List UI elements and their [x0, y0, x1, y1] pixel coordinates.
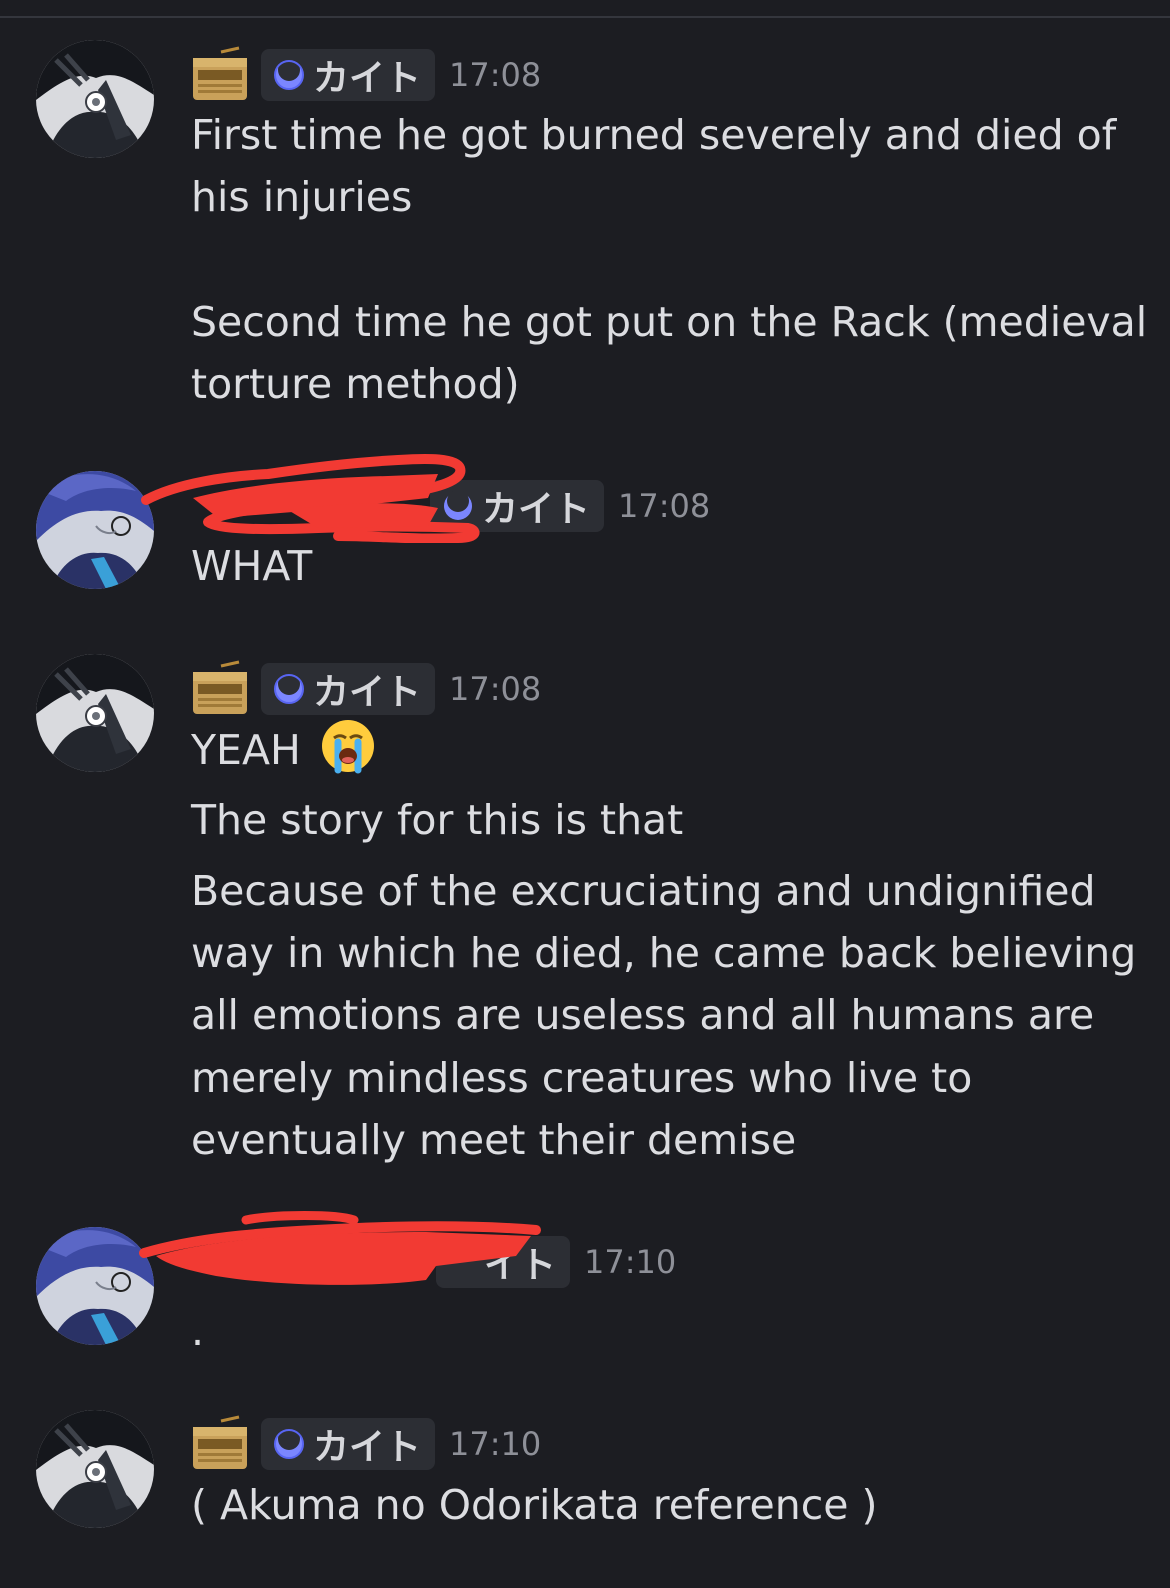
message-text: his injuries [191, 173, 413, 221]
message-text-yeah: YEAH [191, 726, 301, 774]
username: カイト [313, 672, 422, 713]
message-text: WHAT [191, 542, 313, 590]
radio-icon [191, 46, 249, 104]
moon-icon [274, 1428, 304, 1459]
radio-icon [191, 1415, 249, 1473]
timestamp: 17:08 [449, 56, 542, 94]
message-text: YEAH [191, 718, 376, 781]
message-text: eventually meet their demise [191, 1116, 797, 1164]
message-text: First time he got burned severely and di… [191, 111, 1117, 159]
avatar[interactable] [36, 1410, 154, 1528]
moon-icon [274, 673, 304, 704]
redaction-scribble [139, 1211, 541, 1285]
message-text: ( Akuma no Odorikata reference ) [191, 1481, 878, 1529]
message-text: Because of the excruciating and undignif… [191, 867, 1096, 915]
username-tag[interactable]: カイト [261, 49, 436, 101]
moon-icon [274, 59, 304, 90]
avatar-image [36, 40, 154, 158]
loudly-crying-face-icon [321, 720, 374, 774]
message-text: torture method) [191, 360, 520, 408]
avatar[interactable] [36, 40, 154, 158]
message-text: merely mindless creatures who live to [191, 1054, 973, 1102]
redaction-scribble [141, 453, 480, 543]
username: カイト [313, 58, 422, 99]
message-text: . [191, 1307, 205, 1355]
timestamp: 17:08 [618, 487, 711, 525]
username: カイト [482, 489, 591, 530]
timestamp: 17:08 [449, 670, 542, 708]
message-header: カイト 17:10 [191, 1415, 542, 1473]
timestamp: 17:10 [584, 1243, 677, 1281]
message-text: way in which he died, he came back belie… [191, 929, 1137, 977]
message-text: The story for this is that [191, 796, 684, 844]
avatar-image [36, 471, 154, 589]
message-text: Second time he got put on the Rack (medi… [191, 298, 1148, 346]
avatar[interactable] [36, 654, 154, 772]
top-divider [0, 16, 1170, 18]
avatar-image [36, 1410, 154, 1528]
avatar[interactable] [36, 471, 154, 589]
radio-icon [191, 660, 249, 718]
avatar-image [36, 654, 154, 772]
username-tag[interactable]: カイト [261, 1418, 436, 1470]
username: カイト [313, 1427, 422, 1468]
message-header: カイト 17:08 [191, 660, 542, 718]
message-text: all emotions are useless and all humans … [191, 991, 1095, 1039]
message-header: カイト 17:08 [191, 46, 542, 104]
timestamp: 17:10 [449, 1425, 542, 1463]
username-tag[interactable]: カイト [261, 663, 436, 715]
